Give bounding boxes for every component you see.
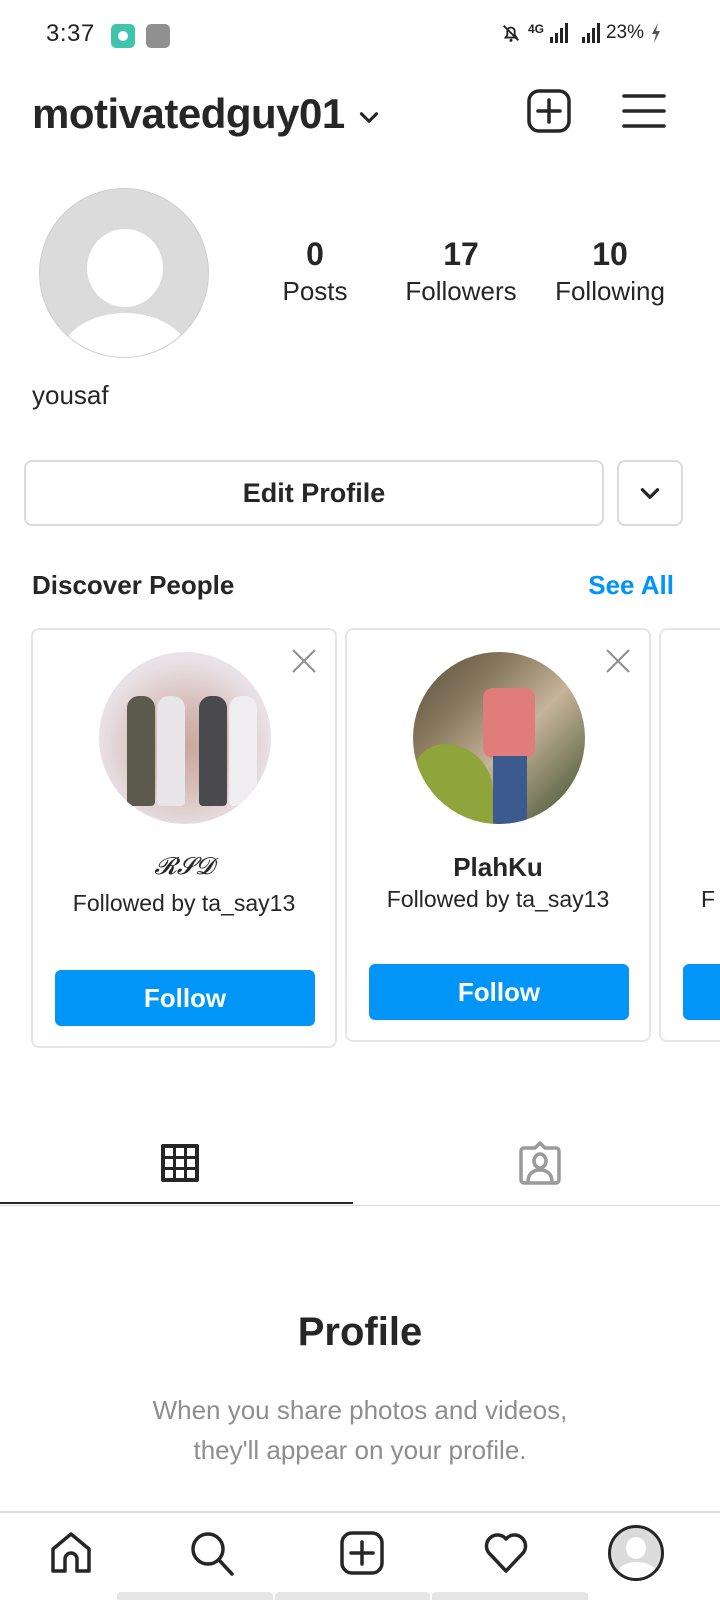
suggestion-name[interactable]: PlahKu bbox=[347, 852, 649, 883]
stat-followers[interactable]: 17 Followers bbox=[374, 234, 548, 308]
follow-button[interactable]: Follow bbox=[55, 970, 315, 1026]
heart-icon bbox=[484, 1533, 528, 1573]
nav-profile[interactable] bbox=[606, 1521, 666, 1585]
nav-activity[interactable] bbox=[476, 1523, 536, 1583]
status-bar: 3:37 4G 23% bbox=[0, 0, 720, 70]
stat-value: 0 bbox=[306, 236, 324, 272]
gesture-bar-segment bbox=[432, 1592, 588, 1600]
photo-detail bbox=[493, 756, 527, 824]
home-icon bbox=[51, 1532, 91, 1573]
status-time: 3:37 bbox=[46, 20, 95, 47]
edit-profile-button[interactable]: Edit Profile bbox=[24, 460, 604, 526]
nav-search[interactable] bbox=[182, 1523, 242, 1583]
search-icon bbox=[191, 1532, 234, 1576]
discover-toggle-button[interactable] bbox=[617, 460, 683, 526]
status-indicators: 4G 23% bbox=[500, 22, 662, 44]
close-icon[interactable] bbox=[603, 646, 633, 676]
follow-button[interactable]: Follow bbox=[683, 964, 720, 1020]
new-post-icon[interactable] bbox=[526, 88, 572, 134]
close-icon[interactable] bbox=[289, 646, 319, 676]
photo-detail bbox=[483, 688, 535, 758]
charging-icon bbox=[652, 23, 660, 43]
empty-state-line: When you share photos and videos, bbox=[152, 1395, 568, 1425]
stat-following[interactable]: 10 Following bbox=[548, 234, 672, 308]
gesture-bar-segment bbox=[275, 1592, 430, 1600]
follow-button[interactable]: Follow bbox=[369, 964, 629, 1020]
suggestion-subtitle: Followed by ta_say13 bbox=[386, 886, 610, 912]
mute-bell-icon bbox=[502, 25, 519, 42]
profile-stats: 0 Posts 17 Followers 10 Following bbox=[256, 234, 696, 308]
username-switcher[interactable]: motivatedguy01 bbox=[32, 90, 345, 138]
stat-label: Followers bbox=[405, 276, 517, 306]
avatar-icon bbox=[608, 1525, 664, 1581]
stat-posts[interactable]: 0 Posts bbox=[256, 234, 374, 308]
stat-value: 17 bbox=[443, 236, 479, 272]
bottom-navigation bbox=[0, 1511, 720, 1600]
suggestion-avatar[interactable] bbox=[413, 652, 585, 824]
empty-state-line: they'll appear on your profile. bbox=[193, 1435, 527, 1465]
empty-state-text: When you share photos and videos, they'l… bbox=[0, 1390, 720, 1470]
suggestion-name[interactable]: 𝓡𝓢𝓓 bbox=[33, 852, 335, 880]
grid-icon bbox=[161, 1144, 199, 1182]
tab-grid[interactable] bbox=[0, 1120, 360, 1206]
suggestion-subtitle: Followed by ta_say13 bbox=[72, 890, 296, 916]
app-notification-icon bbox=[111, 24, 135, 48]
avatar-placeholder-head bbox=[87, 229, 163, 307]
tab-tagged[interactable] bbox=[360, 1120, 720, 1206]
stat-label: Posts bbox=[282, 276, 348, 306]
photo-figure bbox=[157, 696, 185, 806]
chevron-down-icon[interactable] bbox=[356, 104, 382, 130]
network-type: 4G bbox=[527, 22, 544, 36]
photo-figure bbox=[229, 696, 257, 806]
suggestion-card[interactable]: 𝓡𝓢𝓓 Followed by ta_say13 Follow bbox=[31, 628, 337, 1048]
profile-avatar[interactable] bbox=[39, 188, 209, 358]
stat-label: Following bbox=[555, 276, 665, 306]
signal-icon-2 bbox=[581, 23, 600, 43]
signal-icon-1 bbox=[549, 23, 568, 43]
display-name: yousaf bbox=[32, 380, 109, 410]
photo-detail bbox=[413, 744, 493, 824]
photo-figure bbox=[199, 696, 227, 806]
folder-notification-icon bbox=[146, 24, 170, 48]
nav-create[interactable] bbox=[332, 1523, 392, 1583]
suggestion-avatar[interactable] bbox=[99, 652, 271, 824]
profile-tabs bbox=[0, 1120, 720, 1206]
gesture-bar-segment bbox=[117, 1592, 273, 1600]
plus-square-icon bbox=[340, 1531, 384, 1575]
suggestion-card[interactable]: F Follow bbox=[659, 628, 720, 1042]
menu-icon[interactable] bbox=[622, 92, 666, 130]
active-tab-indicator bbox=[0, 1202, 353, 1204]
suggestion-subtitle: F bbox=[701, 886, 716, 912]
avatar-placeholder-body bbox=[60, 313, 190, 357]
empty-state-title: Profile bbox=[297, 1310, 423, 1354]
discover-people-title: Discover People bbox=[32, 570, 235, 600]
avatar-placeholder-head bbox=[626, 1537, 646, 1559]
profile-header: motivatedguy01 bbox=[0, 80, 720, 150]
photo-figure bbox=[127, 696, 155, 806]
stat-value: 10 bbox=[592, 236, 628, 272]
battery-level: 23% bbox=[605, 22, 644, 43]
nav-home[interactable] bbox=[41, 1523, 101, 1583]
chevron-down-icon bbox=[640, 488, 660, 499]
tagged-icon bbox=[519, 1141, 561, 1185]
suggestion-card[interactable]: PlahKu Followed by ta_say13 Follow bbox=[345, 628, 651, 1042]
avatar-placeholder-body bbox=[617, 1562, 657, 1578]
see-all-link[interactable]: See All bbox=[588, 570, 674, 601]
